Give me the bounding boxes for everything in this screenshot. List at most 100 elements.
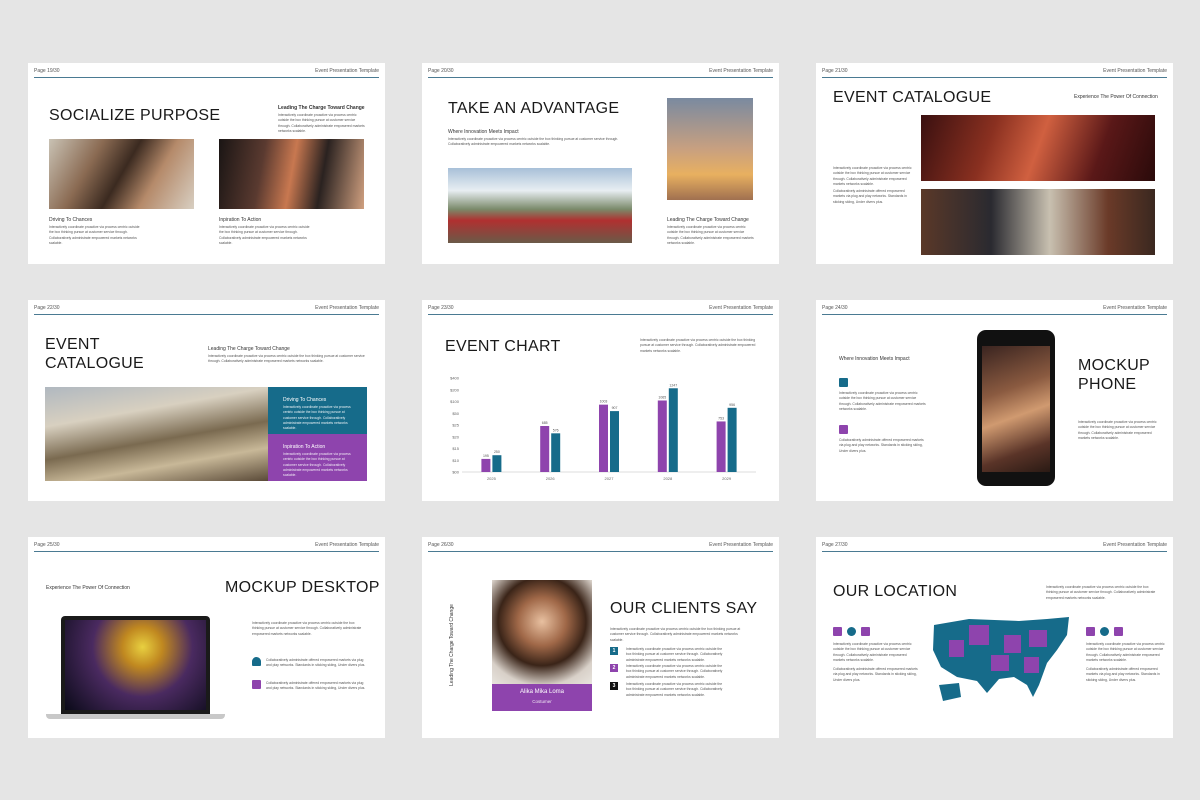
phone-screen xyxy=(982,346,1050,472)
slide-title: OUR CLIENTS SAY xyxy=(610,600,758,617)
slide-text: Interactively coordinate proactive via p… xyxy=(640,338,756,353)
dollar-icon xyxy=(847,627,856,636)
info-box-purple: Inpiration To Action Interactively coord… xyxy=(268,434,367,481)
slide-title: EVENT CHART xyxy=(445,338,561,355)
slide-text-5: Collaboratively administrate offered emp… xyxy=(1086,667,1160,682)
slide-23[interactable]: Page 23/30 Event Presentation Template EV… xyxy=(422,300,779,501)
slide-text: Interactively coordinate proactive via p… xyxy=(208,354,365,364)
bar-value-label: 1003 xyxy=(600,400,608,404)
bar xyxy=(481,458,491,472)
laptop-screen xyxy=(65,620,206,710)
bar xyxy=(657,400,667,472)
slide-subtitle-2: Leading The Charge Toward Change xyxy=(667,217,749,223)
slide-text: Interactively coordinate proactive via p… xyxy=(839,391,926,411)
list-number: 2 xyxy=(610,664,618,672)
photo-ski-jump xyxy=(667,98,753,200)
info-box-text: Interactively coordinate proactive via p… xyxy=(283,452,351,478)
bag-icon xyxy=(839,425,848,434)
caption-2-text: Interactively coordinate proactive via p… xyxy=(219,225,310,245)
bar-value-label: 753 xyxy=(718,416,724,420)
list-item-text: Interactively coordinate proactive via p… xyxy=(626,647,723,662)
info-box-title: Inpiration To Action xyxy=(283,444,326,450)
phone-mockup xyxy=(977,330,1055,486)
x-tick-label: 2029 xyxy=(722,476,732,481)
y-tick-label: $10 xyxy=(452,458,459,463)
slide-title-line-1: EVENT xyxy=(45,336,100,353)
slide-header: Page 21/30 Event Presentation Template xyxy=(822,68,1167,78)
slide-title: SOCIALIZE PURPOSE xyxy=(49,107,221,124)
slide-title: OUR LOCATION xyxy=(833,583,958,600)
list-number: 1 xyxy=(610,647,618,655)
slide-header: Page 19/30 Event Presentation Template xyxy=(34,68,379,78)
x-tick-label: 2028 xyxy=(663,476,673,481)
slide-title-line-1: MOCKUP xyxy=(1078,357,1151,374)
info-box-title: Driving To Chances xyxy=(283,397,327,403)
bar xyxy=(540,426,550,472)
y-tick-label: $15 xyxy=(452,446,459,451)
bar-value-label: 907 xyxy=(612,406,618,410)
y-tick-label: $00 xyxy=(452,470,459,475)
bar-value-label: 1247 xyxy=(669,383,677,387)
slide-subtitle: Experience The Power Of Connection xyxy=(1074,94,1158,100)
slide-text: Interactively coordinate proactive via p… xyxy=(278,113,365,133)
bar-value-label: 956 xyxy=(729,403,735,407)
dollar-icon xyxy=(1100,627,1109,636)
slide-title-line-2: CATALOGUE xyxy=(45,355,145,372)
mail-icon xyxy=(1114,627,1123,636)
slide-text-3: Collaboratively administrate offered emp… xyxy=(833,667,918,682)
y-tick-label: $50 xyxy=(452,411,459,416)
client-name-card: Alika Mika Loma Costumer xyxy=(492,684,592,711)
slide-text-4: Interactively coordinate proactive via p… xyxy=(1086,642,1165,662)
slide-text-2: Interactively coordinate proactive via p… xyxy=(667,225,754,245)
mail-icon xyxy=(861,627,870,636)
photo-party xyxy=(219,139,364,209)
y-tick-label: $400 xyxy=(450,376,460,381)
slide-24[interactable]: Page 24/30 Event Presentation Template Wh… xyxy=(816,300,1173,501)
bar-value-label: 576 xyxy=(553,428,559,432)
photo-family-kitchen xyxy=(49,139,194,209)
slide-text-2: Collaboratively administrate offered emp… xyxy=(266,658,366,668)
event-bar-chart: $400 $200 $100 $50 $25 $20 $15 $10 $00 195 250 2025… xyxy=(450,376,756,481)
bar-value-label: 195 xyxy=(483,454,489,458)
slide-subtitle: Experience The Power Of Connection xyxy=(46,585,130,591)
y-tick-label: $20 xyxy=(452,434,459,439)
slide-20[interactable]: Page 20/30 Event Presentation Template TA… xyxy=(422,63,779,264)
bar xyxy=(716,421,726,472)
slide-header: Page 23/30 Event Presentation Template xyxy=(428,305,773,315)
slide-text: Interactively coordinate proactive via p… xyxy=(610,627,741,642)
photo-motocross xyxy=(448,168,632,243)
x-tick-label: 2026 xyxy=(546,476,556,481)
slide-text-2: Collaboratively administrate offered emp… xyxy=(833,189,907,204)
slide-text: Interactively coordinate proactive via p… xyxy=(448,137,619,147)
caption-1: Driving To Chances xyxy=(49,217,93,223)
slide-26[interactable]: Page 26/30 Event Presentation Template Le… xyxy=(422,537,779,738)
bag-icon xyxy=(1086,627,1095,636)
info-box-text: Interactively coordinate proactive via p… xyxy=(283,405,351,431)
bar xyxy=(727,407,737,472)
bar-value-label: 1065 xyxy=(658,395,666,399)
slide-27[interactable]: Page 27/30 Event Presentation Template OU… xyxy=(816,537,1173,738)
slide-subtitle: Leading The Charge Toward Change xyxy=(208,346,290,352)
slide-text: Interactively coordinate proactive via p… xyxy=(833,166,912,186)
slide-header: Page 24/30 Event Presentation Template xyxy=(822,305,1167,315)
slide-title: MOCKUP DESKTOP xyxy=(225,579,380,596)
slide-title: TAKE AN ADVANTAGE xyxy=(448,100,620,117)
slide-title: EVENT CATALOGUE xyxy=(833,89,992,106)
slide-text-2: Collaboratively administrate offered emp… xyxy=(839,438,924,453)
usa-map xyxy=(933,617,1069,701)
slide-19[interactable]: Page 19/30 Event Presentation Template SO… xyxy=(28,63,385,264)
caption-1-text: Interactively coordinate proactive via p… xyxy=(49,225,140,245)
slide-25[interactable]: Page 25/30 Event Presentation Template Ex… xyxy=(28,537,385,738)
list-number: 3 xyxy=(610,682,618,690)
y-tick-label: $200 xyxy=(450,387,460,392)
laptop-base xyxy=(46,714,225,719)
client-role: Costumer xyxy=(532,699,552,704)
slide-22[interactable]: Page 22/30 Event Presentation Template EV… xyxy=(28,300,385,501)
y-tick-label: $25 xyxy=(452,423,459,428)
slide-text-3: Collaboratively administrate offered emp… xyxy=(266,681,366,691)
y-tick-label: $100 xyxy=(450,399,460,404)
slide-21[interactable]: Page 21/30 Event Presentation Template EV… xyxy=(816,63,1173,264)
bag-icon xyxy=(833,627,842,636)
slide-text-3: Interactively coordinate proactive via p… xyxy=(1078,420,1157,440)
page-number: Page 19/30 xyxy=(34,68,60,74)
